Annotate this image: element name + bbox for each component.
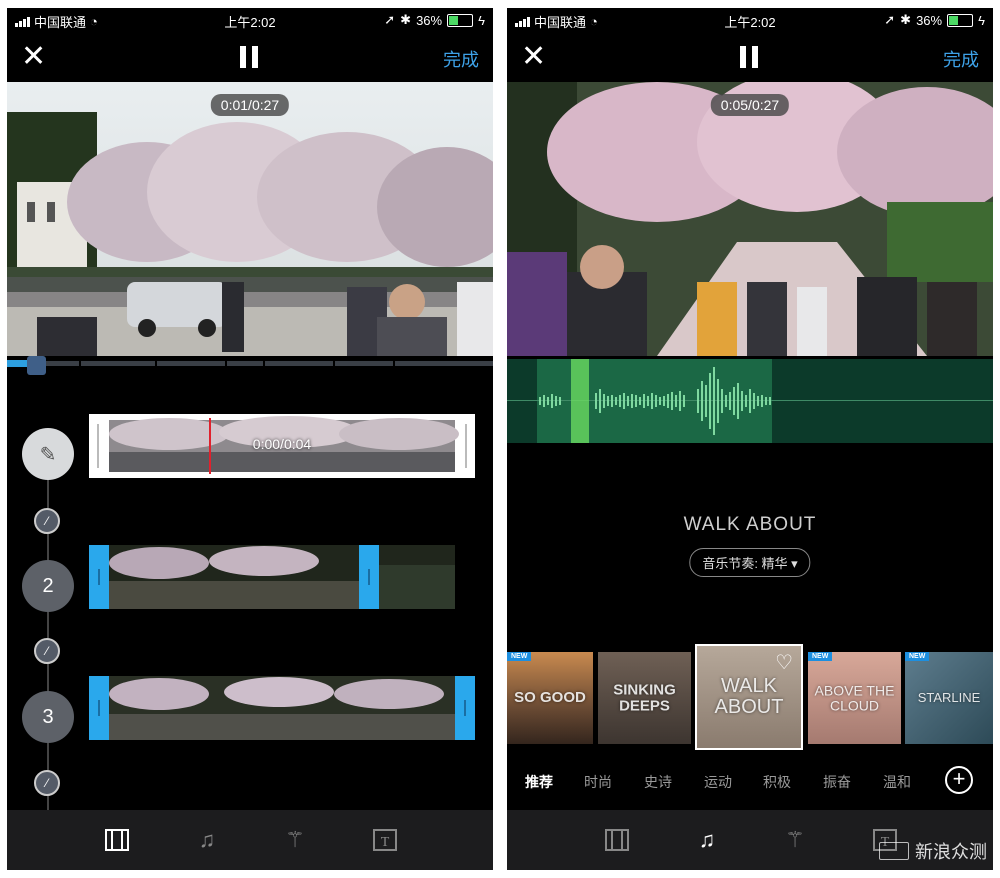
new-badge: NEW (808, 652, 833, 661)
sina-logo-icon (879, 842, 909, 860)
music-card-so-good[interactable]: NEW SO GOOD (507, 652, 593, 744)
clip-number-3[interactable]: 3 (22, 691, 74, 743)
category-tab-gentle[interactable]: 温和 (883, 772, 911, 792)
music-card-title: STARLINE (917, 690, 981, 706)
transition-icon: ⁄ (45, 776, 48, 790)
done-button[interactable]: 完成 (443, 46, 479, 72)
video-preview[interactable]: 0:05/0:27 (507, 82, 993, 356)
svg-text:T: T (381, 835, 390, 850)
bluetooth-icon: ✱ (400, 12, 412, 27)
nav-bar: ✕ 完成 (507, 34, 993, 82)
status-bar: 中国联通 ◔ 上午2:02 ➚ ✱ 36% ϟ (507, 8, 993, 34)
nav-bar: ✕ 完成 (7, 34, 493, 82)
clip-2[interactable] (89, 545, 455, 609)
clip-3[interactable] (89, 676, 475, 740)
music-card-carousel[interactable]: NEW SO GOOD SINKING DEEPS ♡ WALK ABOUT N… (507, 644, 993, 750)
song-title: WALK ABOUT (683, 514, 817, 535)
audio-playhead[interactable] (571, 359, 589, 443)
transition-icon: ⁄ (45, 644, 48, 658)
bottom-toolbar: ♫ ⚚ T (7, 810, 493, 870)
clip-2-trim-start[interactable] (89, 545, 109, 609)
video-time-badge: 0:01/0:27 (210, 94, 290, 116)
audio-waveform[interactable] (507, 359, 993, 443)
charging-icon: ϟ (478, 12, 485, 28)
new-badge: NEW (507, 652, 532, 661)
bluetooth-icon: ✱ (900, 12, 912, 27)
film-icon[interactable] (603, 826, 631, 854)
category-tab-positive[interactable]: 积极 (763, 772, 791, 792)
new-badge: NEW (905, 652, 930, 661)
music-note-icon[interactable]: ♫ (693, 826, 721, 854)
pencil-icon: ✎ (39, 443, 57, 466)
clip-3-trim-start[interactable] (89, 676, 109, 740)
battery-percent: 36% (916, 12, 943, 28)
category-tab-uplifting[interactable]: 振奋 (823, 772, 851, 792)
clip-3-trim-end[interactable] (455, 676, 475, 740)
video-scrubber[interactable] (7, 356, 493, 375)
close-button[interactable]: ✕ (21, 42, 47, 72)
status-bar: 中国联通 ◔ 上午2:02 ➚ ✱ 36% ϟ (7, 8, 493, 34)
cherry-blossom-path-scene (507, 82, 993, 356)
text-icon[interactable]: T (371, 826, 399, 854)
bottom-toolbar: ♫ ⚚ T 新浪众测 (507, 810, 993, 870)
music-card-sinking-deeps[interactable]: SINKING DEEPS (598, 652, 691, 744)
category-tab-epic[interactable]: 史诗 (644, 772, 672, 792)
battery-percent: 36% (416, 12, 443, 28)
clip-1[interactable]: 0:00/0:04 (89, 414, 475, 478)
clip-timeline: ✎ 0:00/0:04 ⁄ 2 ⁄ 3 ⁄ (7, 370, 493, 820)
pause-button[interactable] (740, 46, 760, 68)
video-time-badge: 0:05/0:27 (710, 94, 790, 116)
music-card-title: SINKING DEEPS (613, 681, 676, 714)
music-card-title: WALK ABOUT (714, 675, 784, 718)
music-card-starline[interactable]: NEW STARLINE (905, 652, 993, 744)
magic-wand-icon[interactable]: ⚚ (781, 826, 809, 854)
editor-screen: 中国联通 ◔ 上午2:02 ➚ ✱ 36% ϟ ✕ 完成 0:01/0:27 ✎… (7, 8, 493, 870)
cherry-blossom-scene (7, 82, 493, 356)
music-card-above-the-cloud[interactable]: NEW ABOVE THE CLOUD (808, 652, 901, 744)
location-icon: ➚ (884, 12, 896, 27)
transition-button-3[interactable]: ⁄ (34, 770, 60, 796)
pause-button[interactable] (240, 46, 260, 68)
category-tab-fashion[interactable]: 时尚 (584, 772, 612, 792)
close-button[interactable]: ✕ (521, 42, 547, 72)
music-category-tabs: 推荐 时尚 史诗 运动 积极 振奋 温和 + (507, 764, 993, 798)
category-tab-recommended[interactable]: 推荐 (525, 772, 553, 792)
film-icon[interactable] (103, 826, 131, 854)
clip-edit-button[interactable]: ✎ (22, 428, 74, 480)
music-card-title: SO GOOD (514, 689, 586, 707)
watermark-text: 新浪众测 (915, 842, 987, 862)
add-music-button[interactable]: + (945, 766, 973, 794)
battery-icon (947, 13, 974, 27)
tempo-selector[interactable]: 音乐节奏: 精华 ▾ (689, 548, 811, 577)
music-card-walk-about[interactable]: ♡ WALK ABOUT (695, 644, 803, 750)
clip-time-label: 0:00/0:04 (252, 436, 312, 452)
charging-icon: ϟ (978, 12, 985, 28)
battery-icon (447, 13, 474, 27)
category-tab-sport[interactable]: 运动 (704, 772, 732, 792)
location-icon: ➚ (384, 12, 396, 27)
transition-button-1[interactable]: ⁄ (34, 508, 60, 534)
transition-icon: ⁄ (45, 514, 48, 528)
video-preview[interactable]: 0:01/0:27 (7, 82, 493, 356)
clip-2-trim-end[interactable] (359, 545, 379, 609)
transition-button-2[interactable]: ⁄ (34, 638, 60, 664)
done-button[interactable]: 完成 (943, 46, 979, 72)
heart-icon[interactable]: ♡ (775, 650, 793, 675)
music-screen: 中国联通 ◔ 上午2:02 ➚ ✱ 36% ϟ ✕ 完成 0:05/0:27 W… (507, 8, 993, 870)
music-note-icon[interactable]: ♫ (193, 826, 221, 854)
watermark: 新浪众测 (879, 838, 987, 864)
music-card-title: ABOVE THE CLOUD (814, 682, 895, 713)
clip-number-2[interactable]: 2 (22, 560, 74, 612)
magic-wand-icon[interactable]: ⚚ (281, 826, 309, 854)
